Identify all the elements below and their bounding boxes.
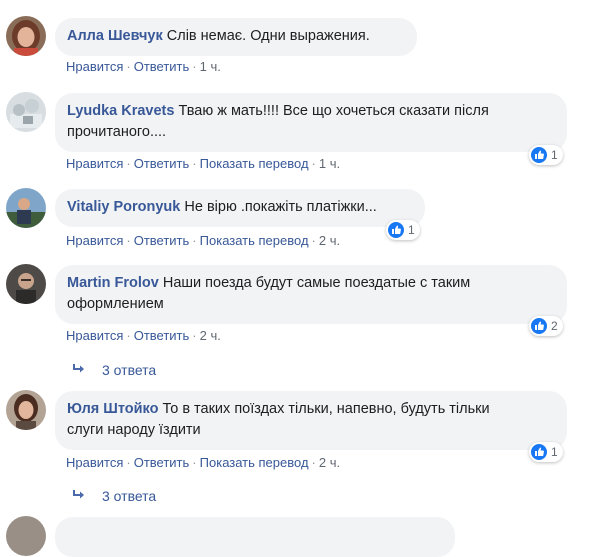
like-icon xyxy=(531,444,547,460)
comment-time[interactable]: 2 ч. xyxy=(319,455,340,470)
reaction-number: 1 xyxy=(408,223,415,237)
replies-count[interactable]: 3 ответа xyxy=(102,488,156,504)
comment-author[interactable]: Юля Штойко xyxy=(67,401,158,417)
like-link[interactable]: Нравится xyxy=(66,233,123,248)
like-link[interactable]: Нравится xyxy=(66,328,123,343)
comment-time[interactable]: 2 ч. xyxy=(200,328,221,343)
comment-text: Не вірю .покажіть платіжки... xyxy=(184,199,377,215)
reaction-number: 1 xyxy=(551,148,558,162)
view-replies-link[interactable]: 3 ответа xyxy=(72,488,156,504)
avatar[interactable] xyxy=(6,264,46,304)
reply-link[interactable]: Ответить xyxy=(134,156,190,171)
comment-actions: Нравится · Ответить · Показать перевод · 1 ч. xyxy=(66,156,341,171)
comment-actions: Нравится · Ответить · Показать перевод · 2 ч. xyxy=(66,455,341,470)
reply-link[interactable]: Ответить xyxy=(134,455,190,470)
comment-bubble xyxy=(55,517,455,557)
like-icon xyxy=(531,318,547,334)
comment-actions: Нравится · Ответить · Показать перевод · 2 ч. xyxy=(66,233,341,248)
avatar[interactable] xyxy=(6,390,46,430)
translate-link[interactable]: Показать перевод xyxy=(200,455,309,470)
reply-link[interactable]: Ответить xyxy=(134,328,190,343)
comment-author[interactable]: Алла Шевчук xyxy=(67,28,163,44)
view-replies-link[interactable]: 3 ответа xyxy=(72,362,156,378)
reaction-count[interactable]: 1 xyxy=(529,442,563,462)
reply-link[interactable]: Ответить xyxy=(134,59,190,74)
like-link[interactable]: Нравится xyxy=(66,156,123,171)
comment-bubble: Алла Шевчук Слів немає. Одни выражения. xyxy=(55,18,417,56)
comment-author[interactable]: Lyudka Kravets xyxy=(67,103,174,119)
replies-count[interactable]: 3 ответа xyxy=(102,362,156,378)
comment-actions: Нравится · Ответить · 2 ч. xyxy=(66,328,221,343)
comment-bubble: Vitaliy Poronyuk Не вірю .покажіть платі… xyxy=(55,189,425,227)
comment-text: Слів немає. Одни выражения. xyxy=(166,28,370,44)
reaction-count[interactable]: 1 xyxy=(529,145,563,165)
comment-text: Тваю ж мать!!!! Все що хочеться сказати … xyxy=(178,103,489,119)
reaction-number: 1 xyxy=(551,445,558,459)
translate-link[interactable]: Показать перевод xyxy=(200,156,309,171)
like-icon xyxy=(388,222,404,238)
reaction-count[interactable]: 1 xyxy=(386,220,420,240)
comment-bubble: Юля Штойко То в таких поїздах тільки, на… xyxy=(55,391,567,450)
comment-time[interactable]: 2 ч. xyxy=(319,233,340,248)
like-icon xyxy=(531,147,547,163)
avatar[interactable] xyxy=(6,188,46,228)
comment-text: То в таких поїздах тільки, напевно, буду… xyxy=(162,401,490,417)
avatar[interactable] xyxy=(6,516,46,556)
comment-text: Наши поезда будут самые поездатые с таки… xyxy=(162,275,471,291)
reaction-count[interactable]: 2 xyxy=(529,316,563,336)
reply-arrow-icon xyxy=(72,488,86,504)
avatar[interactable] xyxy=(6,92,46,132)
comment-author[interactable]: Martin Frolov xyxy=(67,275,159,291)
reaction-number: 2 xyxy=(551,319,558,333)
comment-author[interactable]: Vitaliy Poronyuk xyxy=(67,199,180,215)
like-link[interactable]: Нравится xyxy=(66,455,123,470)
comment-bubble: Lyudka Kravets Тваю ж мать!!!! Все що хо… xyxy=(55,93,567,152)
comment-time[interactable]: 1 ч. xyxy=(319,156,340,171)
reply-link[interactable]: Ответить xyxy=(134,233,190,248)
avatar[interactable] xyxy=(6,16,46,56)
comment-text: прочитаного.... xyxy=(67,124,167,140)
comment-bubble: Martin Frolov Наши поезда будут самые по… xyxy=(55,265,567,324)
translate-link[interactable]: Показать перевод xyxy=(200,233,309,248)
comment-text: слуги народу їздити xyxy=(67,422,201,438)
like-link[interactable]: Нравится xyxy=(66,59,123,74)
comment-actions: Нравится · Ответить · 1 ч. xyxy=(66,59,221,74)
reply-arrow-icon xyxy=(72,362,86,378)
comment-text: оформлением xyxy=(67,296,164,312)
comment-time[interactable]: 1 ч. xyxy=(200,59,221,74)
